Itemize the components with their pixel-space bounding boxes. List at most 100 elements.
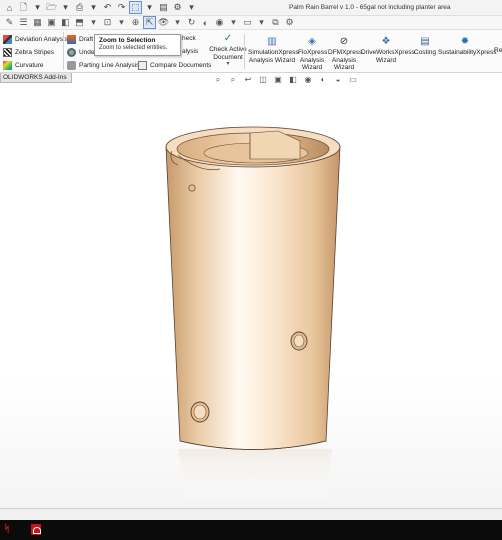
- barrel-body: [165, 146, 341, 450]
- window-icon[interactable]: ⧉: [270, 17, 281, 28]
- curvature-label: Curvature: [15, 62, 44, 69]
- zoom-fit-icon[interactable]: ⊡: [102, 17, 113, 28]
- costing-button[interactable]: ▤ Costing: [412, 37, 438, 57]
- secondary-toolbar: ✎ ☰ ▦ ▣ ◧ ⬒ ▾ ⊡ ▾ ⊕ ⇱ 👁 ▾ ↻ ◐ ◉ ▾ ▭ ▾ ⧉ …: [0, 16, 502, 30]
- check-active-document-label: Check Active Document: [209, 46, 247, 61]
- ribbon-divider: [244, 34, 245, 69]
- flow-icon: ◈: [308, 36, 316, 47]
- check-active-document-button[interactable]: ✓ Check Active Document ▾: [209, 34, 247, 69]
- print-icon[interactable]: ⎙: [74, 2, 85, 13]
- parting-line-analysis-button[interactable]: Parting Line Analysis: [67, 61, 139, 70]
- chevron-down-icon[interactable]: ▾: [88, 17, 99, 28]
- zebra-stripes-label: Zebra Stripes: [15, 49, 55, 56]
- driveworksxpress-button[interactable]: ❖ DriveWorksXpress Wizard: [361, 36, 415, 64]
- quick-access-toolbar: ⌂ 🗋 ▾ 🗁 ▾ ⎙ ▾ ↶ ↷ ⬚ ▾ ▤ ⚙ ▾: [4, 1, 197, 14]
- chevron-down-icon[interactable]: ▾: [228, 17, 239, 28]
- dfm-check-icon: ⊘: [339, 36, 349, 47]
- curvature-icon: [3, 61, 12, 70]
- costing-icon: ▤: [420, 36, 430, 47]
- sustainability-icon: ✹: [460, 36, 470, 47]
- part-icon[interactable]: ⬒: [74, 17, 85, 28]
- zoom-selection-icon[interactable]: ⊕: [130, 17, 141, 28]
- chevron-down-icon[interactable]: ▾: [256, 17, 267, 28]
- analysis-partial-label: alysis: [182, 48, 199, 55]
- truncated-label: Re: [494, 47, 502, 54]
- compare-label: Compare Documents: [150, 62, 212, 69]
- layout-icon[interactable]: ▣: [46, 17, 57, 28]
- tooltip-title: Zoom to Selection: [99, 37, 156, 44]
- compare-documents-button[interactable]: Compare Documents: [138, 61, 211, 70]
- status-strip: [0, 508, 502, 520]
- side-outlet-inner: [293, 334, 305, 348]
- ribbon-divider: [63, 32, 64, 70]
- small-vent-hole: [188, 184, 196, 192]
- driveworks-icon: ❖: [381, 36, 391, 47]
- simulationxpress-button[interactable]: ▥ SimulationXpress Analysis Wizard: [248, 36, 299, 64]
- grid-icon[interactable]: ▦: [32, 17, 43, 28]
- windows-taskbar: ᛋ: [0, 520, 502, 540]
- list-icon[interactable]: ☰: [18, 17, 29, 28]
- undo-icon[interactable]: ↶: [102, 2, 113, 13]
- solidworks-taskbar-icon[interactable]: ᛋ: [4, 524, 14, 535]
- title-bar: ⌂ 🗋 ▾ 🗁 ▾ ⎙ ▾ ↶ ↷ ⬚ ▾ ▤ ⚙ ▾ Palm Rain Ba…: [0, 0, 502, 16]
- eye-icon[interactable]: 👁: [158, 17, 169, 28]
- zoom-to-selection-tooltip: Zoom to Selection Zoom to selected entit…: [94, 34, 181, 56]
- deviation-analysis-label: Deviation Analysis: [15, 36, 68, 43]
- scene-icon[interactable]: ◉: [214, 17, 225, 28]
- check-partial-label: heck: [182, 35, 196, 42]
- sustainabilityxpress-label: SustainabilityXpress: [438, 49, 497, 56]
- floxpress-label: FloXpress Analysis Wizard: [298, 49, 328, 71]
- chevron-down-icon[interactable]: ▾: [144, 2, 155, 13]
- chevron-down-icon[interactable]: ▾: [32, 2, 43, 13]
- driveworksxpress-label: DriveWorksXpress Wizard: [361, 49, 415, 64]
- compare-icon: [138, 61, 147, 70]
- new-document-icon[interactable]: 🗋: [18, 2, 29, 13]
- chevron-down-icon[interactable]: ▾: [88, 2, 99, 13]
- rain-barrel-model[interactable]: [0, 73, 502, 508]
- simulationxpress-label: SimulationXpress Analysis Wizard: [248, 49, 299, 64]
- floor-reflection: [178, 449, 332, 505]
- undercut-icon: [67, 48, 76, 57]
- undercut-analysis-button[interactable]: Under: [67, 48, 97, 57]
- parting-line-label: Parting Line Analysis: [79, 62, 140, 69]
- appearance-icon[interactable]: ◐: [200, 17, 211, 28]
- chevron-down-icon[interactable]: ▾: [186, 2, 197, 13]
- parting-line-icon: [67, 61, 76, 70]
- home-icon[interactable]: ⌂: [4, 2, 15, 13]
- draft-icon: [67, 35, 76, 44]
- zebra-stripes-icon: [3, 48, 12, 57]
- tooltip-description: Zoom to selected entities.: [99, 45, 168, 51]
- chevron-down-icon[interactable]: ▾: [116, 17, 127, 28]
- zebra-stripes-button[interactable]: Zebra Stripes: [3, 48, 54, 57]
- open-folder-icon[interactable]: 🗁: [46, 2, 57, 13]
- draft-label: Draft: [79, 36, 94, 43]
- sustainabilityxpress-button[interactable]: ✹ SustainabilityXpress: [438, 36, 497, 57]
- select-arrow-icon[interactable]: ⬚: [129, 1, 142, 14]
- dfmxpress-button[interactable]: ⊘ DFMXpress Analysis Wizard: [328, 36, 363, 72]
- rotate-icon[interactable]: ↻: [186, 17, 197, 28]
- deviation-analysis-button[interactable]: Deviation Analysis: [3, 35, 68, 44]
- truncated-ribbon-button[interactable]: Re: [494, 47, 502, 55]
- floxpress-button[interactable]: ◈ FloXpress Analysis Wizard: [298, 36, 328, 72]
- rebuild-icon[interactable]: ▤: [158, 2, 169, 13]
- pdf-reader-taskbar-icon[interactable]: [31, 524, 41, 535]
- costing-label: Costing: [413, 49, 437, 56]
- command-manager-ribbon: Deviation Analysis Zebra Stripes Curvatu…: [0, 30, 502, 73]
- check-icon: ✓: [223, 33, 233, 44]
- redo-icon[interactable]: ↷: [116, 2, 127, 13]
- simulation-icon: ▥: [267, 36, 277, 47]
- draft-analysis-button[interactable]: Draft: [67, 35, 93, 44]
- chevron-down-icon[interactable]: ▾: [209, 61, 247, 69]
- options-gear-icon[interactable]: ⚙: [172, 2, 183, 13]
- display-pane-icon[interactable]: ◧: [60, 17, 71, 28]
- chevron-down-icon[interactable]: ▾: [172, 17, 183, 28]
- settings-icon[interactable]: ⚙: [284, 17, 295, 28]
- curvature-button[interactable]: Curvature: [3, 61, 44, 70]
- pointer-icon[interactable]: ⇱: [143, 16, 156, 29]
- chevron-down-icon[interactable]: ▾: [60, 2, 71, 13]
- document-title: Palm Rain Barrel v 1.0 - 65gal not inclu…: [289, 4, 451, 11]
- monitor-icon[interactable]: ▭: [242, 17, 253, 28]
- sketch-icon[interactable]: ✎: [4, 17, 15, 28]
- deviation-icon: [3, 35, 12, 44]
- dfmxpress-label: DFMXpress Analysis Wizard: [328, 49, 363, 71]
